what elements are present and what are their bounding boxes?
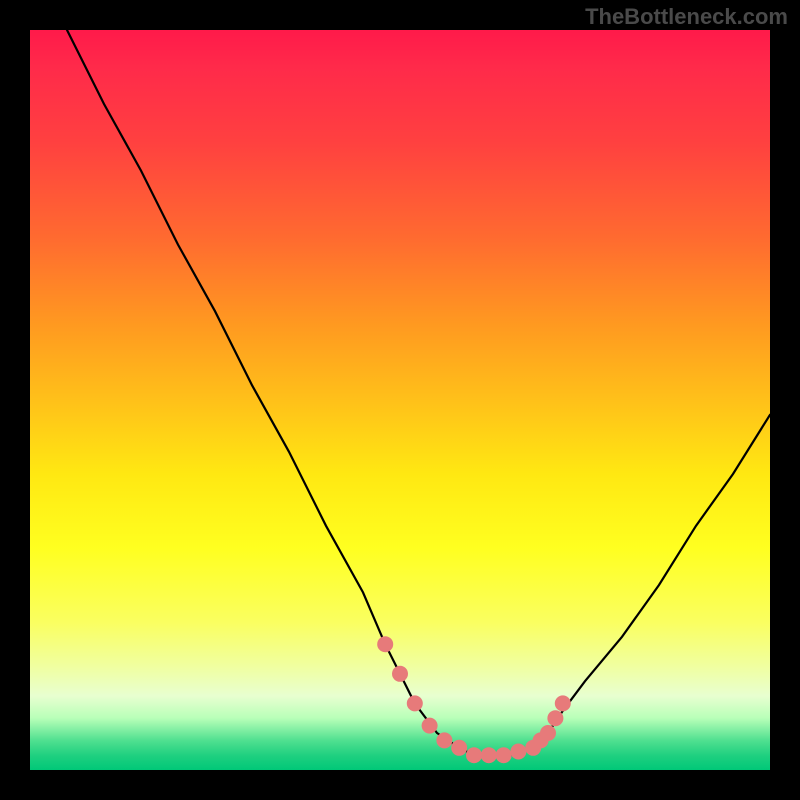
data-point [436,732,452,748]
data-point [466,747,482,763]
watermark-text: TheBottleneck.com [585,4,788,30]
data-point [422,718,438,734]
data-point [451,740,467,756]
data-point [547,710,563,726]
curve-line [67,30,770,755]
data-point [510,744,526,760]
data-point [377,636,393,652]
plot-area [30,30,770,770]
data-point [481,747,497,763]
data-point [540,725,556,741]
data-point [392,666,408,682]
data-point [407,695,423,711]
dot-markers [377,636,571,763]
chart-svg [30,30,770,770]
data-point [555,695,571,711]
data-point [496,747,512,763]
